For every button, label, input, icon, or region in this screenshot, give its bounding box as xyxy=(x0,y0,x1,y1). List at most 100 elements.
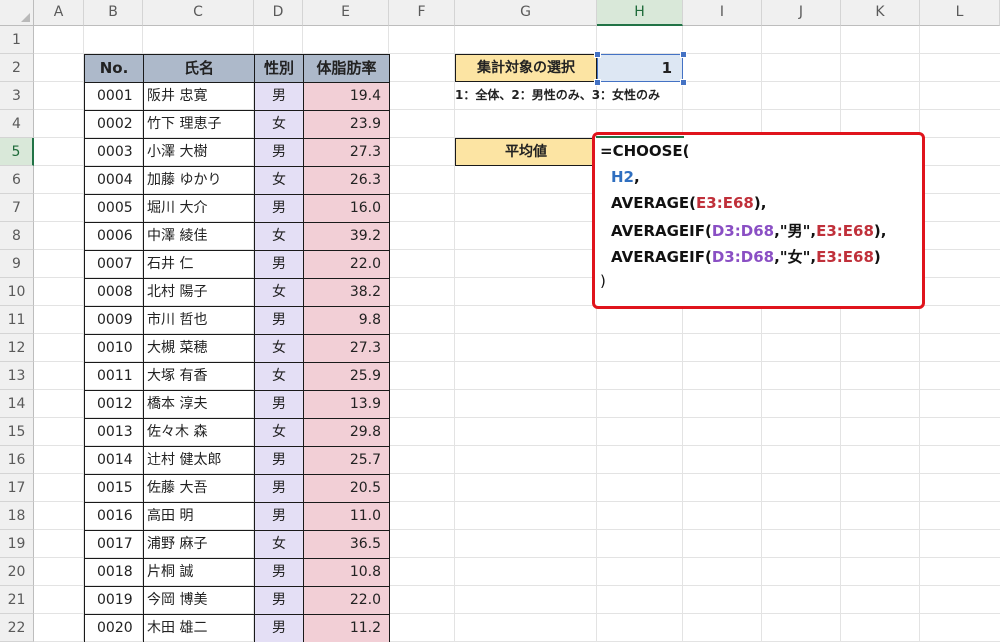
row-header-14[interactable]: 14 xyxy=(0,390,34,418)
table-cell-name[interactable]: 辻村 健太郎 xyxy=(143,446,255,475)
table-cell-fat[interactable]: 38.2 xyxy=(303,278,390,307)
table-cell-name[interactable]: 阪井 忠寛 xyxy=(143,82,255,111)
table-cell-sex[interactable]: 男 xyxy=(254,586,304,615)
table-cell-sex[interactable]: 男 xyxy=(254,502,304,531)
spreadsheet-grid[interactable]: ABCDEFGHIJKL 1 2 3 4 5 6 7 8 9 10 11 12 13 14 15 16 17 18… xyxy=(0,0,1000,642)
table-cell-name[interactable]: 木田 雄二 xyxy=(143,614,255,642)
row-header-5[interactable]: 5 xyxy=(0,138,34,166)
row-header-16[interactable]: 16 xyxy=(0,446,34,474)
table-cell-no[interactable]: 0001 xyxy=(84,82,144,111)
row-header-3[interactable]: 3 xyxy=(0,82,34,110)
table-cell-sex[interactable]: 女 xyxy=(254,222,304,251)
table-cell-sex[interactable]: 女 xyxy=(254,418,304,447)
table-cell-no[interactable]: 0003 xyxy=(84,138,144,167)
table-cell-no[interactable]: 0018 xyxy=(84,558,144,587)
table-cell-fat[interactable]: 39.2 xyxy=(303,222,390,251)
table-cell-name[interactable]: 中澤 綾佳 xyxy=(143,222,255,251)
table-cell-no[interactable]: 0012 xyxy=(84,390,144,419)
table-cell-no[interactable]: 0009 xyxy=(84,306,144,335)
table-cell-name[interactable]: 大槻 菜穂 xyxy=(143,334,255,363)
table-cell-fat[interactable]: 11.2 xyxy=(303,614,390,642)
table-cell-fat[interactable]: 11.0 xyxy=(303,502,390,531)
table-cell-sex[interactable]: 女 xyxy=(254,334,304,363)
row-header-17[interactable]: 17 xyxy=(0,474,34,502)
table-cell-no[interactable]: 0011 xyxy=(84,362,144,391)
table-cell-sex[interactable]: 女 xyxy=(254,278,304,307)
table-cell-no[interactable]: 0007 xyxy=(84,250,144,279)
table-cell-fat[interactable]: 20.5 xyxy=(303,474,390,503)
column-header-j[interactable]: J xyxy=(762,0,841,26)
row-header-2[interactable]: 2 xyxy=(0,54,34,82)
table-cell-no[interactable]: 0015 xyxy=(84,474,144,503)
row-header-13[interactable]: 13 xyxy=(0,362,34,390)
row-header-8[interactable]: 8 xyxy=(0,222,34,250)
column-header-a[interactable]: A xyxy=(34,0,84,26)
table-header-no[interactable]: No. xyxy=(84,54,144,83)
selection-handle[interactable] xyxy=(594,51,601,58)
column-header-c[interactable]: C xyxy=(143,0,254,26)
table-header-fat[interactable]: 体脂肪率 xyxy=(303,54,390,83)
row-header-21[interactable]: 21 xyxy=(0,586,34,614)
table-cell-name[interactable]: 小澤 大樹 xyxy=(143,138,255,167)
table-cell-name[interactable]: 北村 陽子 xyxy=(143,278,255,307)
row-header-20[interactable]: 20 xyxy=(0,558,34,586)
table-cell-fat[interactable]: 10.8 xyxy=(303,558,390,587)
table-cell-no[interactable]: 0014 xyxy=(84,446,144,475)
row-header-12[interactable]: 12 xyxy=(0,334,34,362)
table-cell-name[interactable]: 浦野 麻子 xyxy=(143,530,255,559)
table-header-name[interactable]: 氏名 xyxy=(143,54,255,83)
column-header-l[interactable]: L xyxy=(920,0,1000,26)
table-cell-fat[interactable]: 22.0 xyxy=(303,586,390,615)
column-header-k[interactable]: K xyxy=(841,0,920,26)
select-all-corner[interactable] xyxy=(0,0,34,26)
column-header-e[interactable]: E xyxy=(303,0,389,26)
row-header-22[interactable]: 22 xyxy=(0,614,34,642)
row-header-7[interactable]: 7 xyxy=(0,194,34,222)
selector-note[interactable]: 1：全体、2：男性のみ、3：女性のみ xyxy=(455,84,685,106)
table-cell-no[interactable]: 0013 xyxy=(84,418,144,447)
table-cell-no[interactable]: 0008 xyxy=(84,278,144,307)
table-cell-no[interactable]: 0020 xyxy=(84,614,144,642)
column-header-d[interactable]: D xyxy=(254,0,303,26)
table-cell-name[interactable]: 堀川 大介 xyxy=(143,194,255,223)
table-cell-sex[interactable]: 男 xyxy=(254,138,304,167)
table-header-sex[interactable]: 性別 xyxy=(254,54,304,83)
row-header-4[interactable]: 4 xyxy=(0,110,34,138)
table-cell-no[interactable]: 0002 xyxy=(84,110,144,139)
row-header-1[interactable]: 1 xyxy=(0,26,34,54)
table-cell-no[interactable]: 0005 xyxy=(84,194,144,223)
table-cell-sex[interactable]: 男 xyxy=(254,446,304,475)
table-cell-no[interactable]: 0010 xyxy=(84,334,144,363)
table-cell-name[interactable]: 橋本 淳夫 xyxy=(143,390,255,419)
table-cell-sex[interactable]: 女 xyxy=(254,110,304,139)
table-cell-no[interactable]: 0017 xyxy=(84,530,144,559)
table-cell-name[interactable]: 加藤 ゆかり xyxy=(143,166,255,195)
table-cell-fat[interactable]: 25.7 xyxy=(303,446,390,475)
table-cell-fat[interactable]: 29.8 xyxy=(303,418,390,447)
table-cell-sex[interactable]: 男 xyxy=(254,614,304,642)
table-cell-sex[interactable]: 男 xyxy=(254,250,304,279)
table-cell-fat[interactable]: 16.0 xyxy=(303,194,390,223)
row-header-18[interactable]: 18 xyxy=(0,502,34,530)
table-cell-sex[interactable]: 男 xyxy=(254,306,304,335)
row-header-19[interactable]: 19 xyxy=(0,530,34,558)
table-cell-fat[interactable]: 27.3 xyxy=(303,138,390,167)
column-header-h[interactable]: H xyxy=(597,0,683,26)
table-cell-sex[interactable]: 男 xyxy=(254,390,304,419)
table-cell-fat[interactable]: 27.3 xyxy=(303,334,390,363)
column-header-f[interactable]: F xyxy=(389,0,455,26)
table-cell-sex[interactable]: 女 xyxy=(254,166,304,195)
table-cell-sex[interactable]: 男 xyxy=(254,82,304,111)
table-cell-name[interactable]: 今岡 博美 xyxy=(143,586,255,615)
row-header-6[interactable]: 6 xyxy=(0,166,34,194)
row-header-11[interactable]: 11 xyxy=(0,306,34,334)
table-cell-name[interactable]: 片桐 誠 xyxy=(143,558,255,587)
selection-handle[interactable] xyxy=(680,51,687,58)
table-cell-sex[interactable]: 男 xyxy=(254,474,304,503)
table-cell-name[interactable]: 佐藤 大吾 xyxy=(143,474,255,503)
table-cell-fat[interactable]: 25.9 xyxy=(303,362,390,391)
table-cell-no[interactable]: 0004 xyxy=(84,166,144,195)
table-cell-name[interactable]: 石井 仁 xyxy=(143,250,255,279)
table-cell-fat[interactable]: 19.4 xyxy=(303,82,390,111)
table-cell-fat[interactable]: 13.9 xyxy=(303,390,390,419)
